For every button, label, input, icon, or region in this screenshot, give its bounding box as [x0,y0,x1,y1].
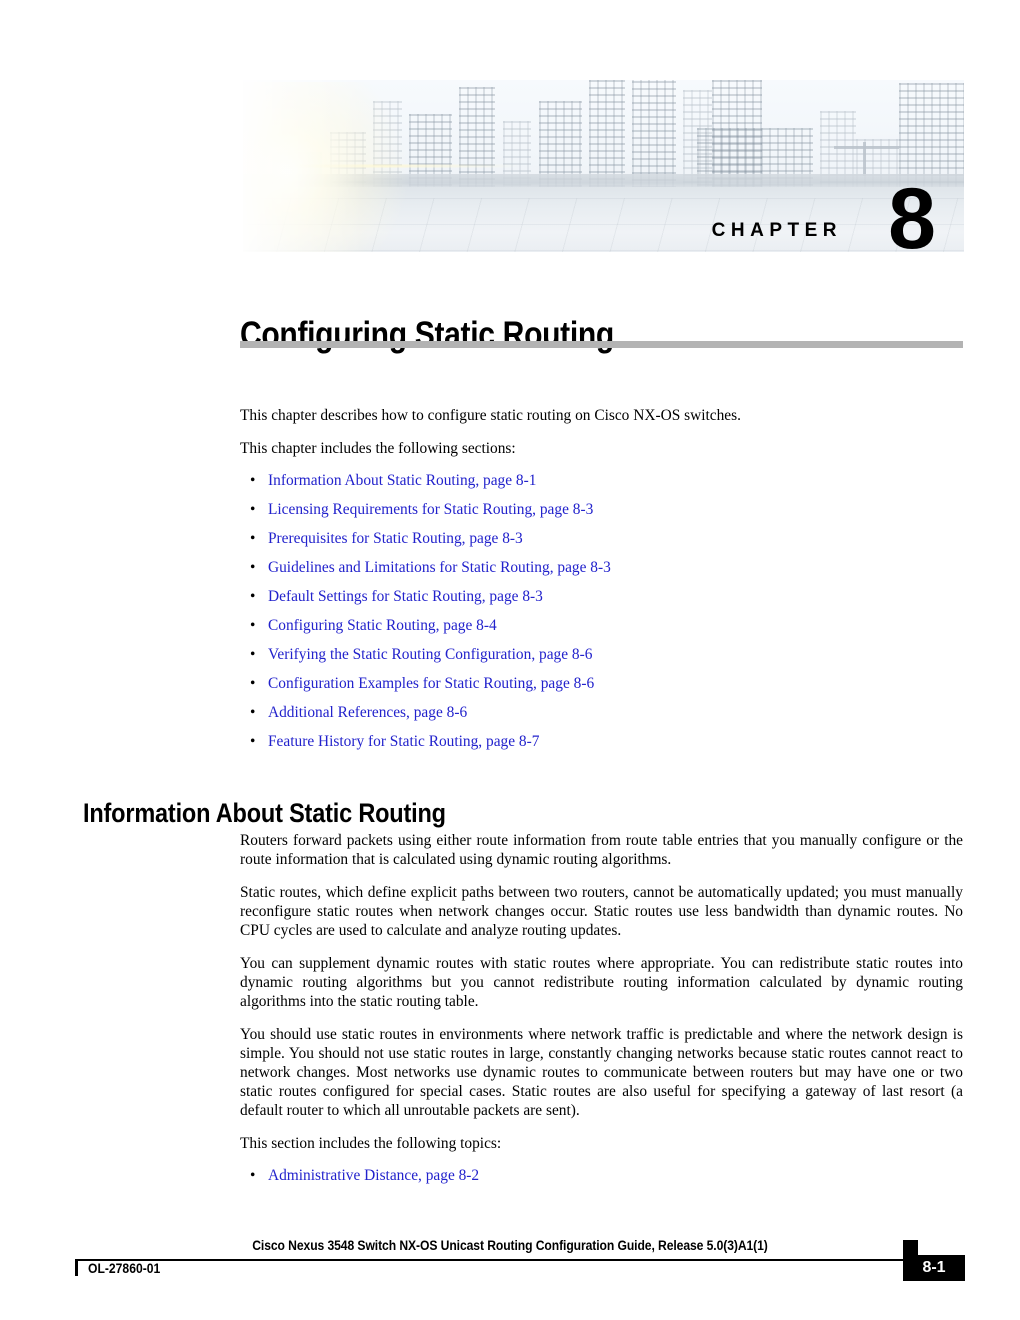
footer-left-tick [75,1259,78,1276]
section-paragraph: You should use static routes in environm… [240,1026,963,1119]
intro-line-1: This chapter describes how to configure … [240,407,741,424]
section-paragraph: Static routes, which define explicit pat… [240,884,963,939]
cross-reference-link[interactable]: Verifying the Static Routing Configurati… [268,646,592,663]
list-item[interactable]: • Verifying the Static Routing Configurat… [240,646,963,664]
section-body: Routers forward packets using either rou… [240,831,963,1196]
list-item[interactable]: • Prerequisites for Static Routing, page … [240,530,963,548]
bullet-icon: • [250,559,256,576]
cross-reference-link[interactable]: Guidelines and Limitations for Static Ro… [268,559,611,576]
list-item[interactable]: • Licensing Requirements for Static Routi… [240,501,963,519]
bullet-icon: • [250,1167,256,1184]
chapter-section-list: • Information About Static Routing, page … [240,472,963,751]
footer-divider [75,1259,915,1261]
intro-line-2: This chapter includes the following sect… [240,440,516,457]
chapter-banner-image: CHAPTER 8 [243,80,964,252]
list-item[interactable]: • Guidelines and Limitations for Static R… [240,559,963,577]
bullet-icon: • [250,646,256,663]
footer-marker-square [903,1240,918,1255]
section-paragraph: Routers forward packets using either rou… [240,832,963,868]
page-title: Configuring Static Routing [240,315,614,355]
bullet-icon: • [250,704,256,721]
bullet-icon: • [250,588,256,605]
bullet-icon: • [250,530,256,547]
list-item[interactable]: • Default Settings for Static Routing, pa… [240,588,963,606]
section-heading-information-about-static-routing: Information About Static Routing [83,798,446,829]
chapter-number: 8 [888,171,936,252]
bullet-icon: • [250,617,256,634]
cross-reference-link[interactable]: Configuring Static Routing, page 8-4 [268,617,497,634]
chapter-intro-section: This chapter describes how to configure … [240,406,963,762]
list-item[interactable]: • Information About Static Routing, page … [240,472,963,490]
banner-crane [834,145,900,149]
topics-lead: This section includes the following topi… [240,1135,502,1152]
cross-reference-link[interactable]: Additional References, page 8-6 [268,704,467,721]
cross-reference-link[interactable]: Information About Static Routing, page 8… [268,472,536,489]
section-topic-list: • Administrative Distance, page 8-2 [240,1167,963,1185]
list-item[interactable]: • Administrative Distance, page 8-2 [240,1167,963,1185]
footer-document-title: Cisco Nexus 3548 Switch NX-OS Unicast Ro… [252,1238,768,1253]
cross-reference-link[interactable]: Licensing Requirements for Static Routin… [268,501,593,518]
title-divider [240,341,963,348]
bullet-icon: • [250,733,256,750]
bullet-icon: • [250,472,256,489]
bullet-icon: • [250,675,256,692]
list-item[interactable]: • Additional References, page 8-6 [240,704,963,722]
banner-crane [863,141,867,177]
cross-reference-link[interactable]: Configuration Examples for Static Routin… [268,675,594,692]
footer-document-id: OL-27860-01 [88,1261,161,1276]
banner-left-fade [243,80,363,252]
cross-reference-link[interactable]: Feature History for Static Routing, page… [268,733,539,750]
cross-reference-link[interactable]: Default Settings for Static Routing, pag… [268,588,543,605]
cross-reference-link[interactable]: Administrative Distance, page 8-2 [268,1167,479,1184]
page-number-badge: 8-1 [903,1255,965,1281]
bullet-icon: • [250,501,256,518]
section-paragraph: You can supplement dynamic routes with s… [240,955,963,1010]
chapter-label: CHAPTER [711,220,842,241]
cross-reference-link[interactable]: Prerequisites for Static Routing, page 8… [268,530,523,547]
list-item[interactable]: • Configuration Examples for Static Routi… [240,675,963,693]
list-item[interactable]: • Feature History for Static Routing, pag… [240,733,963,751]
list-item[interactable]: • Configuring Static Routing, page 8-4 [240,617,963,635]
